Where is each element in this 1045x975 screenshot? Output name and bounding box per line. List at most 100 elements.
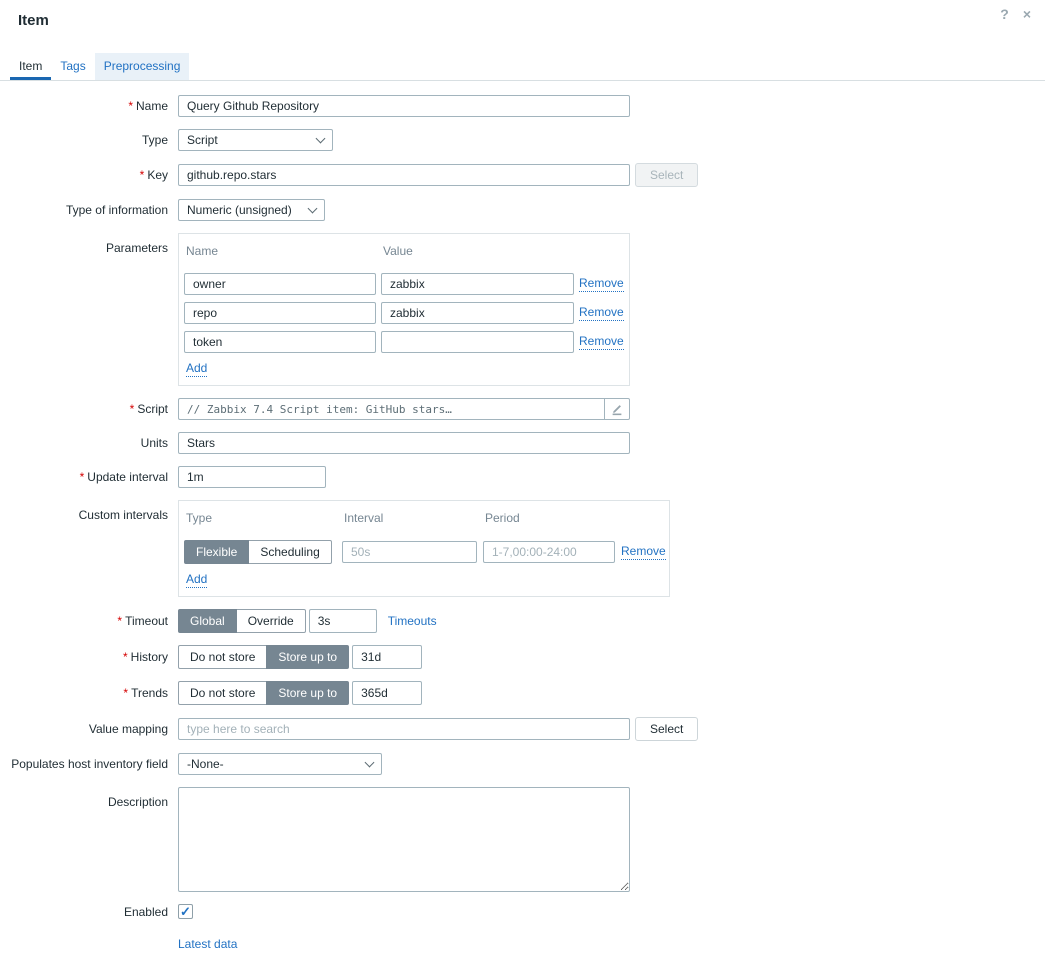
type-select[interactable]: Script bbox=[178, 129, 333, 151]
timeout-row: *Timeout Global Override Timeouts bbox=[0, 609, 1045, 633]
description-row: Description bbox=[0, 787, 1045, 892]
param-add-link[interactable]: Add bbox=[186, 361, 207, 377]
key-input[interactable] bbox=[178, 164, 630, 186]
trends-do-not-store-toggle[interactable]: Do not store bbox=[178, 681, 267, 705]
custom-intervals-label: Custom intervals bbox=[0, 500, 178, 522]
chevron-down-icon bbox=[316, 134, 326, 144]
scheduling-toggle[interactable]: Scheduling bbox=[248, 540, 331, 564]
update-interval-row: *Update interval bbox=[0, 466, 1045, 488]
trends-value-input[interactable] bbox=[352, 681, 422, 705]
flexible-toggle[interactable]: Flexible bbox=[184, 540, 249, 564]
value-mapping-select-button[interactable]: Select bbox=[635, 717, 698, 741]
param-name-input[interactable] bbox=[184, 273, 376, 295]
timeout-global-toggle[interactable]: Global bbox=[178, 609, 237, 633]
param-value-input[interactable] bbox=[381, 302, 574, 324]
ci-add-link[interactable]: Add bbox=[186, 572, 207, 588]
required-marker: * bbox=[123, 686, 128, 700]
latest-data-link[interactable]: Latest data bbox=[178, 937, 237, 951]
value-mapping-input[interactable] bbox=[178, 718, 630, 740]
parameters-table: Name Value Remove Remove Remove Add bbox=[178, 233, 630, 386]
page-title: Item bbox=[18, 12, 1027, 29]
description-textarea[interactable] bbox=[178, 787, 630, 892]
required-marker: * bbox=[117, 614, 122, 628]
name-row: *Name bbox=[0, 95, 1045, 117]
type-select-value: Script bbox=[187, 133, 218, 147]
ci-period-header: Period bbox=[483, 507, 615, 533]
parameters-name-header: Name bbox=[184, 240, 376, 266]
parameters-row: Parameters Name Value Remove Remove Remo… bbox=[0, 233, 1045, 386]
checkmark-icon: ✓ bbox=[180, 905, 191, 918]
script-edit-button[interactable] bbox=[604, 398, 630, 420]
trends-store-up-to-toggle[interactable]: Store up to bbox=[266, 681, 349, 705]
name-input[interactable] bbox=[178, 95, 630, 117]
history-row: *History Do not store Store up to bbox=[0, 645, 1045, 669]
history-toggle: Do not store Store up to bbox=[178, 645, 349, 669]
ci-period-input[interactable] bbox=[483, 541, 615, 563]
type-row: Type Script bbox=[0, 129, 1045, 151]
update-interval-input[interactable] bbox=[178, 466, 326, 488]
parameters-label: Parameters bbox=[0, 233, 178, 255]
item-form: *Name Type Script *Key Select Type of in… bbox=[0, 81, 1045, 951]
param-value-input[interactable] bbox=[381, 331, 574, 353]
type-of-information-select[interactable]: Numeric (unsigned) bbox=[178, 199, 325, 221]
populates-host-inventory-select[interactable]: -None- bbox=[178, 753, 382, 775]
ci-interval-input[interactable] bbox=[342, 541, 477, 563]
enabled-row: Enabled ✓ bbox=[0, 904, 1045, 919]
required-marker: * bbox=[123, 650, 128, 664]
custom-intervals-table: Type Interval Period Flexible Scheduling… bbox=[178, 500, 670, 597]
value-mapping-label: Value mapping bbox=[0, 722, 178, 736]
item-dialog: Item ? × Item Tags Preprocessing *Name T… bbox=[0, 0, 1045, 975]
param-name-input[interactable] bbox=[184, 331, 376, 353]
timeout-override-toggle[interactable]: Override bbox=[236, 609, 306, 633]
populates-host-inventory-value: -None- bbox=[187, 757, 224, 771]
units-input[interactable] bbox=[178, 432, 630, 454]
chevron-down-icon bbox=[308, 204, 318, 214]
enabled-checkbox[interactable]: ✓ bbox=[178, 904, 193, 919]
tab-tags[interactable]: Tags bbox=[51, 53, 94, 80]
close-icon[interactable]: × bbox=[1023, 6, 1031, 22]
populates-host-inventory-row: Populates host inventory field -None- bbox=[0, 753, 1045, 775]
trends-row: *Trends Do not store Store up to bbox=[0, 681, 1045, 705]
enabled-label: Enabled bbox=[0, 905, 178, 919]
key-select-button[interactable]: Select bbox=[635, 163, 698, 187]
name-label: *Name bbox=[0, 99, 178, 113]
required-marker: * bbox=[140, 168, 145, 182]
type-of-information-row: Type of information Numeric (unsigned) bbox=[0, 199, 1045, 221]
ci-remove-link[interactable]: Remove bbox=[621, 544, 666, 560]
history-do-not-store-toggle[interactable]: Do not store bbox=[178, 645, 267, 669]
type-label: Type bbox=[0, 133, 178, 147]
dialog-header: Item ? × bbox=[0, 0, 1045, 29]
units-row: Units bbox=[0, 432, 1045, 454]
value-mapping-row: Value mapping Select bbox=[0, 717, 1045, 741]
param-remove-link[interactable]: Remove bbox=[579, 305, 624, 321]
param-value-input[interactable] bbox=[381, 273, 574, 295]
chevron-down-icon bbox=[365, 758, 375, 768]
populates-host-inventory-label: Populates host inventory field bbox=[0, 757, 178, 771]
history-value-input[interactable] bbox=[352, 645, 422, 669]
script-row: *Script // Zabbix 7.4 Script item: GitHu… bbox=[0, 398, 1045, 420]
type-of-information-label: Type of information bbox=[0, 203, 178, 217]
tab-preprocessing[interactable]: Preprocessing bbox=[95, 53, 190, 80]
parameters-value-header: Value bbox=[381, 240, 574, 266]
type-of-information-value: Numeric (unsigned) bbox=[187, 203, 292, 217]
tab-bar: Item Tags Preprocessing bbox=[0, 53, 1045, 81]
param-remove-link[interactable]: Remove bbox=[579, 276, 624, 292]
edit-pencil-icon bbox=[610, 402, 624, 416]
script-field: // Zabbix 7.4 Script item: GitHub stars… bbox=[178, 398, 630, 420]
required-marker: * bbox=[130, 402, 135, 416]
key-row: *Key Select bbox=[0, 163, 1045, 187]
ci-type-toggle: Flexible Scheduling bbox=[184, 540, 336, 564]
trends-toggle: Do not store Store up to bbox=[178, 681, 349, 705]
tab-item[interactable]: Item bbox=[10, 53, 51, 80]
timeouts-link[interactable]: Timeouts bbox=[388, 614, 437, 628]
history-label: *History bbox=[0, 650, 178, 664]
ci-type-header: Type bbox=[184, 507, 336, 533]
timeout-label: *Timeout bbox=[0, 614, 178, 628]
script-input[interactable]: // Zabbix 7.4 Script item: GitHub stars… bbox=[178, 398, 604, 420]
param-name-input[interactable] bbox=[184, 302, 376, 324]
key-label: *Key bbox=[0, 168, 178, 182]
ci-interval-header: Interval bbox=[342, 507, 477, 533]
param-remove-link[interactable]: Remove bbox=[579, 334, 624, 350]
history-store-up-to-toggle[interactable]: Store up to bbox=[266, 645, 349, 669]
help-icon[interactable]: ? bbox=[1000, 6, 1009, 22]
